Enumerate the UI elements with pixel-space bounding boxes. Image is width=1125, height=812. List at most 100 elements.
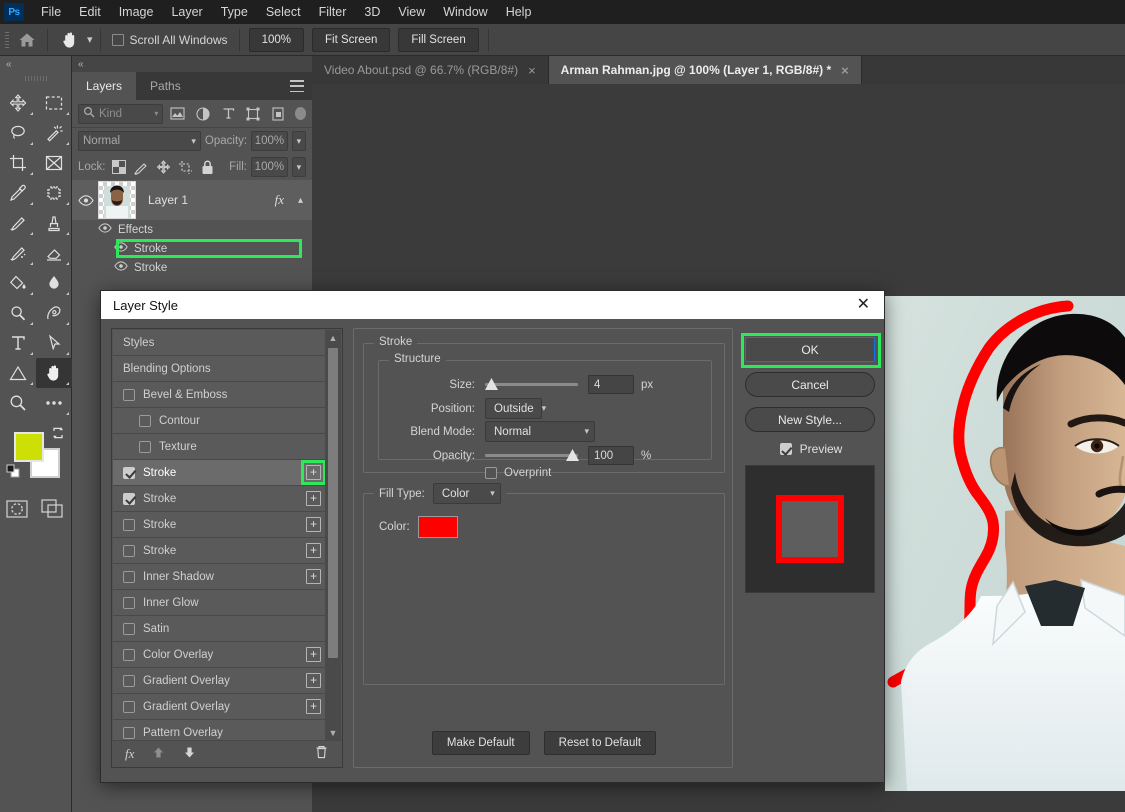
style-checkbox[interactable] [123,596,135,609]
move-effect-down-icon[interactable] [183,746,196,762]
style-checkbox[interactable] [123,466,135,479]
style-item-texture[interactable]: Texture [113,434,327,460]
document-tab-arman-rahman[interactable]: Arman Rahman.jpg @ 100% (Layer 1, RGB/8#… [548,56,862,84]
style-item-pattern-overlay[interactable]: Pattern Overlay [113,720,327,741]
menu-3d[interactable]: 3D [355,2,389,22]
layer-fx-badge[interactable]: fx [275,192,284,208]
menu-layer[interactable]: Layer [162,2,211,22]
pixel-filter-icon[interactable] [167,104,188,124]
options-bar-grip[interactable] [2,24,12,56]
style-checkbox[interactable] [123,700,135,713]
style-item-gradient-overlay-1[interactable]: Gradient Overlay + [113,668,327,694]
stroke-blend-mode-select[interactable]: Normal ▾ [485,421,595,442]
smart-object-filter-icon[interactable] [268,104,289,124]
fill-stepper[interactable]: ▾ [291,157,307,177]
close-icon[interactable]: × [528,63,536,78]
eye-icon[interactable] [98,223,112,236]
stroke-color-swatch[interactable] [417,516,458,538]
document-canvas-image[interactable] [885,296,1125,791]
add-effect-button[interactable]: + [306,491,321,506]
add-effect-button[interactable]: + [306,699,321,714]
lock-position-icon[interactable] [154,157,172,177]
opacity-stepper[interactable]: ▾ [291,131,306,151]
scroll-all-windows-checkbox[interactable]: Scroll All Windows [106,33,234,47]
preview-checkbox[interactable]: Preview [745,442,877,456]
add-effect-button[interactable]: + [306,543,321,558]
history-brush-tool[interactable] [0,238,36,268]
new-style-button[interactable]: New Style... [745,407,875,432]
position-select[interactable]: Outside ▾ [485,398,546,419]
style-checkbox[interactable] [139,414,151,427]
style-checkbox[interactable] [123,674,135,687]
zoom-100-button[interactable]: 100% [248,27,304,52]
frame-tool[interactable] [36,148,72,178]
paint-bucket-tool[interactable] [0,268,36,298]
screen-mode-icon[interactable] [41,498,65,524]
adjustment-filter-icon[interactable] [192,104,213,124]
lock-artboard-icon[interactable] [176,157,194,177]
move-tool[interactable] [0,88,36,118]
shape-tool[interactable] [0,358,36,388]
menu-help[interactable]: Help [497,2,541,22]
style-checkbox[interactable] [123,726,135,739]
reset-to-default-button[interactable]: Reset to Default [543,731,657,755]
size-slider[interactable] [485,378,578,390]
toolbar-grip[interactable] [0,72,71,84]
size-field[interactable]: 4 [588,375,634,394]
add-effect-button[interactable]: + [306,569,321,584]
chevron-up-icon[interactable]: ▴ [298,195,303,206]
current-tool-preset[interactable]: ▾ [53,27,95,53]
style-item-color-overlay[interactable]: Color Overlay + [113,642,327,668]
lasso-tool[interactable] [0,118,36,148]
hand-tool[interactable] [36,358,72,388]
add-effect-button[interactable]: + [306,673,321,688]
path-selection-tool[interactable] [36,328,72,358]
default-colors-icon[interactable] [6,464,20,478]
delete-effect-icon[interactable] [315,745,328,762]
layer-name[interactable]: Layer 1 [148,193,188,207]
style-item-inner-shadow[interactable]: Inner Shadow + [113,564,327,590]
spot-healing-brush-tool[interactable] [36,178,72,208]
fit-screen-button[interactable]: Fit Screen [311,27,391,52]
styles-list-scrollbar[interactable]: ▲ ▼ [325,330,341,741]
make-default-button[interactable]: Make Default [431,731,530,755]
style-item-bevel-emboss[interactable]: Bevel & Emboss [113,382,327,408]
fill-type-select[interactable]: Color ▾ [432,483,501,504]
tab-paths[interactable]: Paths [136,72,195,100]
crop-tool[interactable] [0,148,36,178]
menu-filter[interactable]: Filter [310,2,356,22]
menu-window[interactable]: Window [434,2,496,22]
scroll-up-icon[interactable]: ▲ [325,330,341,346]
style-item-gradient-overlay-2[interactable]: Gradient Overlay + [113,694,327,720]
opacity-slider-knob[interactable] [566,449,579,461]
type-filter-icon[interactable] [217,104,238,124]
dodge-tool[interactable] [0,298,36,328]
overprint-checkbox[interactable]: Overprint [485,467,551,479]
panel-menu-icon[interactable] [290,80,304,92]
add-effect-button[interactable]: + [306,647,321,662]
style-checkbox[interactable] [123,648,135,661]
hand-tool-icon[interactable] [55,27,85,53]
quick-mask-icon[interactable] [6,499,28,523]
layer-effect-stroke-1[interactable]: Stroke [72,239,312,258]
lock-image-pixels-icon[interactable] [132,157,150,177]
tool-preset-chevron-down-icon[interactable]: ▾ [87,33,93,46]
style-item-contour[interactable]: Contour [113,408,327,434]
ok-button[interactable]: OK [741,333,881,368]
style-item-inner-glow[interactable]: Inner Glow [113,590,327,616]
style-item-stroke-1[interactable]: Stroke + [113,460,327,486]
size-slider-knob[interactable] [485,378,498,390]
clone-stamp-tool[interactable] [36,208,72,238]
blur-tool[interactable] [36,268,72,298]
swap-colors-icon[interactable] [51,426,65,440]
style-checkbox[interactable] [123,388,135,401]
style-checkbox[interactable] [123,544,135,557]
move-effect-up-icon[interactable] [152,746,165,762]
zoom-tool[interactable] [0,388,36,418]
shape-filter-icon[interactable] [243,104,264,124]
eye-icon[interactable] [114,261,128,274]
home-icon[interactable] [12,27,42,53]
edit-toolbar-tool[interactable] [36,388,72,418]
foreground-color-swatch[interactable] [14,432,44,462]
filter-kind-select[interactable]: Kind ▾ [78,103,164,124]
